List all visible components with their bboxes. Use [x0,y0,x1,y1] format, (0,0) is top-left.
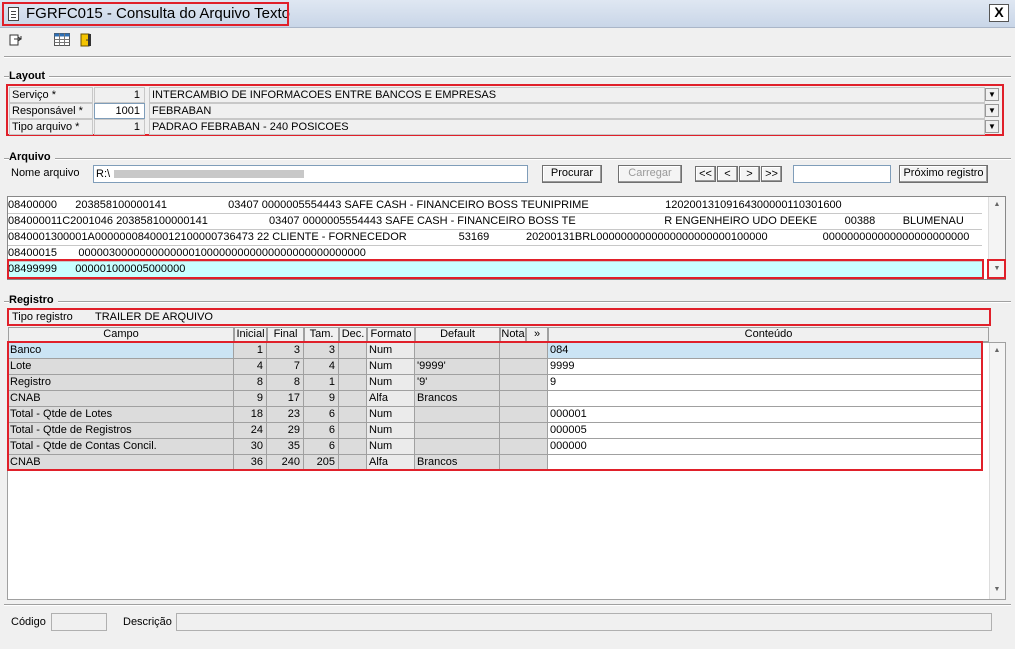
exit-door-icon[interactable] [79,33,93,47]
tipo-arquivo-code[interactable]: 1 [94,119,145,135]
descricao-label: Descrição [123,616,172,628]
scroll-up-icon[interactable]: ▲ [989,201,1005,208]
servico-dropdown-icon[interactable]: ▼ [985,88,999,101]
servico-description: INTERCAMBIO DE INFORMACOES ENTRE BANCOS … [149,87,985,103]
col-campo[interactable]: Campo [8,327,234,342]
responsavel-dropdown-icon[interactable]: ▼ [985,104,999,117]
grid-rows-highlight [7,341,983,471]
responsavel-code[interactable]: 1001 [94,103,145,119]
file-line[interactable]: 08400000 203858100000141 03407 000000555… [8,198,982,214]
arquivo-group-line [4,158,1011,160]
grid-scroll-down-icon[interactable]: ▼ [989,586,1005,593]
layout-group-line [4,76,1011,78]
first-record-button[interactable]: << [695,166,716,182]
next-record-button[interactable]: > [739,166,760,182]
prev-record-button[interactable]: < [717,166,738,182]
tipo-registro-value: TRAILER DE ARQUIVO [95,311,213,323]
redacted-path [114,170,305,179]
arquivo-group-label: Arquivo [9,151,55,163]
registro-group-label: Registro [9,294,58,306]
servico-code[interactable]: 1 [94,87,145,103]
servico-label: Serviço * [9,87,93,103]
registro-group-line [4,301,1011,303]
close-button[interactable]: X [989,4,1009,22]
codigo-field [51,613,107,631]
file-line[interactable]: 0840001300001A00000008400012100000736473… [8,230,982,246]
col-inicial[interactable]: Inicial [234,327,267,342]
tipo-registro-label: Tipo registro [10,310,92,324]
last-record-button[interactable]: >> [761,166,782,182]
responsavel-description: FEBRABAN [149,103,985,119]
search-input[interactable] [793,165,891,183]
status-separator [4,604,1011,606]
tipo-arquivo-label: Tipo arquivo * [9,119,93,135]
codigo-label: Código [11,616,46,628]
col-default[interactable]: Default [415,327,500,342]
col-formato[interactable]: Formato [367,327,415,342]
col-tam[interactable]: Tam. [304,327,339,342]
scroll-down-icon[interactable]: ▼ [989,265,1005,272]
grid-scroll-up-icon[interactable]: ▲ [989,347,1005,354]
tipo-arquivo-dropdown-icon[interactable]: ▼ [985,120,999,133]
col-conteudo[interactable]: Conteúdo [548,327,989,342]
nome-arquivo-input[interactable]: R:\ [93,165,528,183]
col-nota[interactable]: Nota [500,327,526,342]
nome-arquivo-label: Nome arquivo [11,167,80,179]
export-icon[interactable] [9,33,23,47]
layout-group-label: Layout [9,70,50,82]
nome-arquivo-value: R:\ [96,168,111,180]
descricao-field [176,613,992,631]
toolbar-separator [4,56,1011,58]
carregar-button[interactable]: Carregar [618,165,682,183]
procurar-button[interactable]: Procurar [542,165,602,183]
title-highlight [2,2,289,26]
responsavel-label: Responsável * [9,103,93,119]
selected-line-highlight [7,259,984,279]
grid-scrollbar[interactable] [989,343,1005,599]
table-icon[interactable] [54,33,70,47]
proximo-registro-button[interactable]: Próximo registro [899,165,988,183]
col-expand[interactable]: » [526,327,548,342]
col-dec[interactable]: Dec. [339,327,367,342]
tipo-arquivo-description: PADRAO FEBRABAN - 240 POSICOES [149,119,985,135]
col-final[interactable]: Final [267,327,304,342]
file-line[interactable]: 084000011C2001046 203858100000141 03407 … [8,214,982,230]
